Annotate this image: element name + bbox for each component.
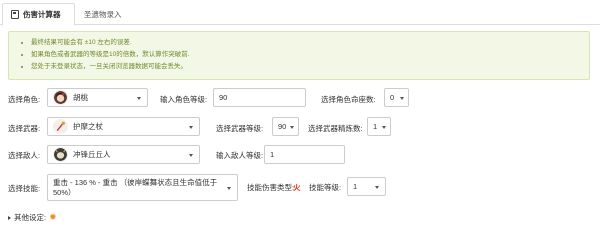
gear-icon: ✹ (49, 212, 57, 222)
notice-line: 您处于未登录状态，一旦关闭浏览器数据可能会丢失。 (31, 62, 589, 71)
other-settings-label: 其他设定: (14, 213, 47, 222)
calculator-icon (11, 10, 19, 19)
pyro-icon: 火 (293, 183, 301, 192)
skill-level-label: 技能等级: (309, 183, 342, 192)
tab-label: 伤害计算器 (23, 10, 61, 19)
constellation-label: 选择角色命座数: (321, 95, 376, 104)
weapon-value: 护摩之杖 (73, 122, 103, 131)
character-value: 胡桃 (73, 93, 88, 102)
character-avatar (53, 90, 68, 105)
chevron-down-icon (382, 125, 386, 129)
character-select[interactable]: 胡桃 (47, 88, 148, 107)
chevron-down-icon (189, 153, 193, 157)
skill-value-line1: 重击 - 136 % - 重击 （彼岸蝶舞状态且生命值低于 (53, 178, 218, 187)
weapon-refine-select[interactable]: 1 (367, 117, 391, 136)
notice-line: 最终结果可能会有 ±10 左右的误差. (31, 38, 589, 47)
weapon-level-label: 选择武器等级: (216, 124, 264, 133)
enemy-level-input[interactable]: 1 (264, 145, 345, 164)
constellation-select[interactable]: 0 (384, 88, 409, 107)
weapon-refine-value: 1 (373, 122, 378, 131)
chevron-down-icon (227, 186, 231, 190)
skill-type-label: 技能伤害类型: (247, 183, 295, 192)
enemy-value: 冲锋丘丘人 (73, 150, 111, 159)
constellation-value: 0 (390, 93, 395, 102)
tab-bar: 伤害计算器 圣遗物录入 (0, 0, 600, 26)
enemy-avatar (53, 147, 68, 162)
weapon-level-select[interactable]: 90 (272, 117, 299, 136)
skill-value-line2: 50%） (53, 188, 76, 197)
chevron-down-icon (290, 125, 294, 129)
weapon-label: 选择武器: (8, 124, 41, 133)
skill-value: 重击 - 136 % - 重击 （彼岸蝶舞状态且生命值低于 50%） (53, 178, 217, 198)
weapon-refine-label: 选择武器精炼数: (308, 124, 363, 133)
skill-label: 选择技能: (8, 184, 41, 193)
chevron-down-icon (137, 96, 141, 100)
enemy-select[interactable]: 冲锋丘丘人 (47, 145, 200, 164)
character-level-input[interactable]: 90 (213, 88, 306, 107)
character-label: 选择角色: (8, 95, 41, 104)
character-level-label: 输入角色等级: (160, 95, 208, 104)
skill-level-select[interactable]: 1 (347, 177, 386, 196)
weapon-level-value: 90 (278, 122, 287, 131)
tab-label: 圣遗物录入 (84, 10, 122, 19)
chevron-down-icon (400, 96, 404, 100)
enemy-level-label: 输入敌人等级: (216, 151, 264, 160)
notice-line: 如果角色或者武器的等级是10的倍数，默认算作突破前. (31, 50, 589, 59)
chevron-down-icon (375, 185, 379, 189)
weapon-select[interactable]: 护摩之杖 (47, 117, 200, 136)
skill-select[interactable]: 重击 - 136 % - 重击 （彼岸蝶舞状态且生命值低于 50%） (47, 174, 238, 201)
weapon-icon (53, 119, 68, 134)
tab-damage-calculator[interactable]: 伤害计算器 (2, 3, 75, 26)
tab-artifact-entry[interactable]: 圣遗物录入 (76, 3, 130, 26)
skill-level-value: 1 (353, 182, 358, 191)
notice-box: 最终结果可能会有 ±10 左右的误差. 如果角色或者武器的等级是10的倍数，默认… (8, 31, 590, 80)
enemy-label: 选择敌人: (8, 151, 41, 160)
other-settings-toggle[interactable]: 其他设定: ✹ (8, 212, 57, 223)
chevron-down-icon (189, 125, 193, 129)
chevron-right-icon (8, 215, 11, 220)
